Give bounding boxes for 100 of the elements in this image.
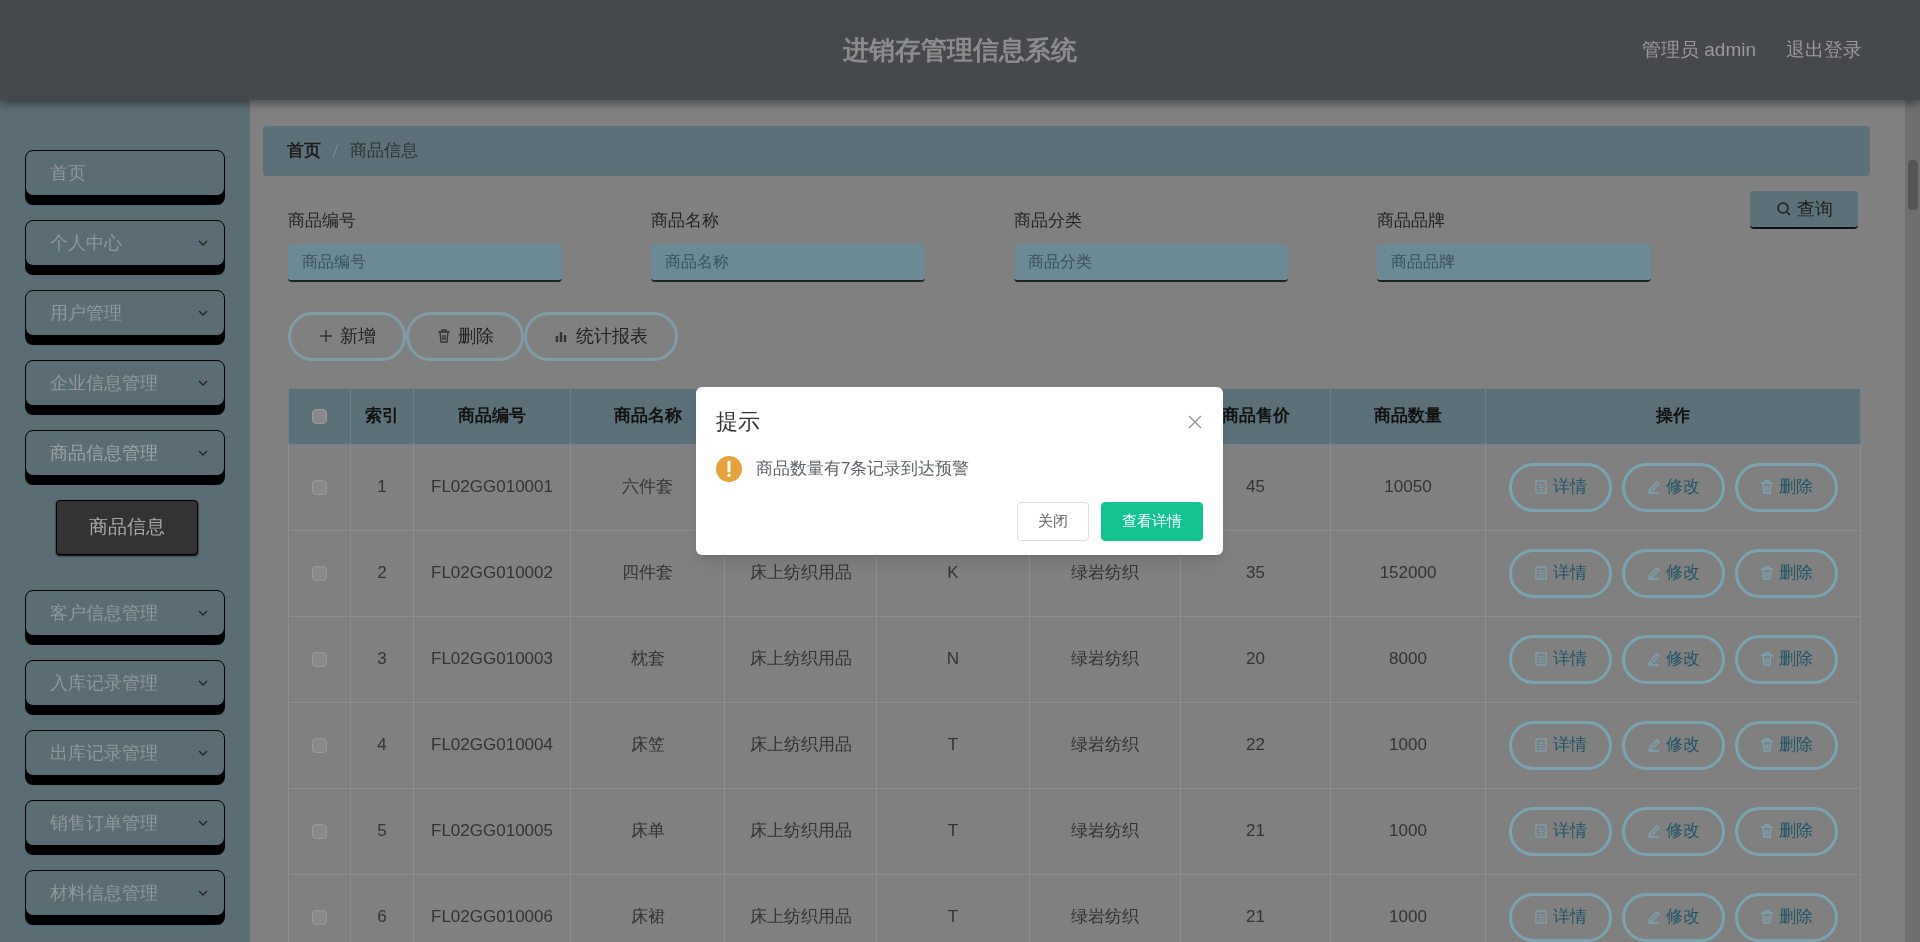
dialog-button[interactable]: 关闭 [1017,502,1089,541]
doc-icon [1533,909,1549,925]
checkbox[interactable] [312,824,327,840]
trash-icon [1759,565,1775,581]
app-title: 进销存管理信息系统 [843,33,1077,67]
table-cell: 152000 [1379,563,1437,583]
sidebar-subitem[interactable]: 商品信息 [56,500,198,555]
action-button[interactable]: 详情 [1508,634,1612,684]
trash-icon [1759,479,1775,495]
table-cell: 45 [1246,477,1265,497]
table-cell: 1 [377,477,387,497]
action-button[interactable]: 修改 [1621,462,1725,512]
input-field[interactable]: 商品品牌 [1377,243,1651,282]
table-cell: 绿岩纺织 [1071,821,1139,841]
table-cell: 枕套 [630,649,665,669]
table-cell: 床笠 [630,735,665,755]
toolbar-button[interactable]: 删除 [406,311,524,361]
action-button[interactable]: 修改 [1621,892,1725,942]
table-cell: 1000 [1389,735,1427,755]
table-cell: 1000 [1389,821,1427,841]
trash-icon [1759,737,1775,753]
action-button[interactable]: 删除 [1734,634,1838,684]
dialog-button[interactable]: 查看详情 [1101,502,1203,541]
table-cell: FL02GG010003 [431,649,553,669]
table-cell: FL02GG010006 [431,907,553,927]
table-cell: 床上纺织用品 [749,821,852,841]
field-label: 商品分类 [1014,210,1083,232]
doc-icon [1533,823,1549,839]
checkbox[interactable] [312,409,327,425]
table-cell: 绿岩纺织 [1071,907,1139,927]
trash-icon [1759,823,1775,839]
action-button[interactable]: 修改 [1621,634,1725,684]
pencil-icon [1646,823,1662,839]
table-cell: 1000 [1389,907,1427,927]
trash-icon [1759,909,1775,925]
breadcrumb-link[interactable]: 商品信息 [350,138,418,164]
action-button[interactable]: 删除 [1734,806,1838,856]
action-button[interactable]: 详情 [1508,806,1612,856]
table-cell: 2 [377,563,387,583]
table-cell: T [947,735,959,755]
toolbar-button[interactable]: 统计报表 [524,311,678,361]
user-name: 管理员 admin [1641,37,1756,62]
doc-icon [1533,479,1549,495]
checkbox[interactable] [312,566,327,582]
table-cell: 绿岩纺织 [1071,649,1139,669]
field-label: 商品品牌 [1377,210,1446,232]
breadcrumb-link[interactable]: 首页 [287,138,321,164]
scrollbar-thumb[interactable] [1907,160,1918,210]
table-cell: 5 [377,821,387,841]
table-cell: 8000 [1389,649,1427,669]
table-cell: FL02GG010001 [431,477,553,497]
table-cell: 21 [1246,821,1265,841]
table-cell: 六件套 [622,477,673,497]
action-button[interactable]: 修改 [1621,720,1725,770]
table-cell: 35 [1246,563,1265,583]
action-button[interactable]: 删除 [1734,548,1838,598]
logout-link[interactable]: 退出登录 [1786,35,1862,65]
input-field[interactable]: 商品分类 [1014,243,1288,282]
pencil-icon [1646,651,1662,667]
checkbox[interactable] [312,480,327,496]
dialog-message: 商品数量有7条记录到达预警 [756,458,970,481]
action-button[interactable]: 详情 [1508,892,1612,942]
trash-icon [436,328,452,344]
input-field[interactable]: 商品名称 [651,243,925,282]
pencil-icon [1646,909,1662,925]
pencil-icon [1646,479,1662,495]
input-field[interactable]: 商品编号 [288,243,562,282]
table-cell: 21 [1246,907,1265,927]
doc-icon [1533,565,1549,581]
table-cell: K [947,563,959,583]
doc-icon [1533,737,1549,753]
search-icon [1775,201,1792,217]
action-button[interactable]: 删除 [1734,462,1838,512]
column-header: 商品售价 [1221,406,1290,426]
checkbox[interactable] [312,910,327,926]
trash-icon [1759,651,1775,667]
plus-icon [318,328,334,344]
action-button[interactable]: 详情 [1508,720,1612,770]
field-label: 商品名称 [651,210,720,232]
action-button[interactable]: 修改 [1621,548,1725,598]
field-label: 商品编号 [288,210,357,232]
action-button[interactable]: 详情 [1508,548,1612,598]
dialog-title: 提示 [716,408,760,436]
action-button[interactable]: 删除 [1734,720,1838,770]
pencil-icon [1646,565,1662,581]
column-header: 索引 [365,406,399,426]
table-cell: 6 [377,907,387,927]
action-button[interactable]: 详情 [1508,462,1612,512]
table-cell: 20 [1246,649,1265,669]
table-cell: T [947,907,959,927]
table-cell: 床上纺织用品 [749,735,852,755]
action-button[interactable]: 修改 [1621,806,1725,856]
query-button[interactable]: 查询 [1750,191,1858,229]
table-cell: 绿岩纺织 [1071,563,1139,583]
toolbar-button[interactable]: 新增 [288,311,406,361]
action-button[interactable]: 删除 [1734,892,1838,942]
close-icon[interactable] [1187,413,1203,430]
checkbox[interactable] [312,738,327,754]
table-cell: FL02GG010005 [431,821,553,841]
checkbox[interactable] [312,652,327,668]
